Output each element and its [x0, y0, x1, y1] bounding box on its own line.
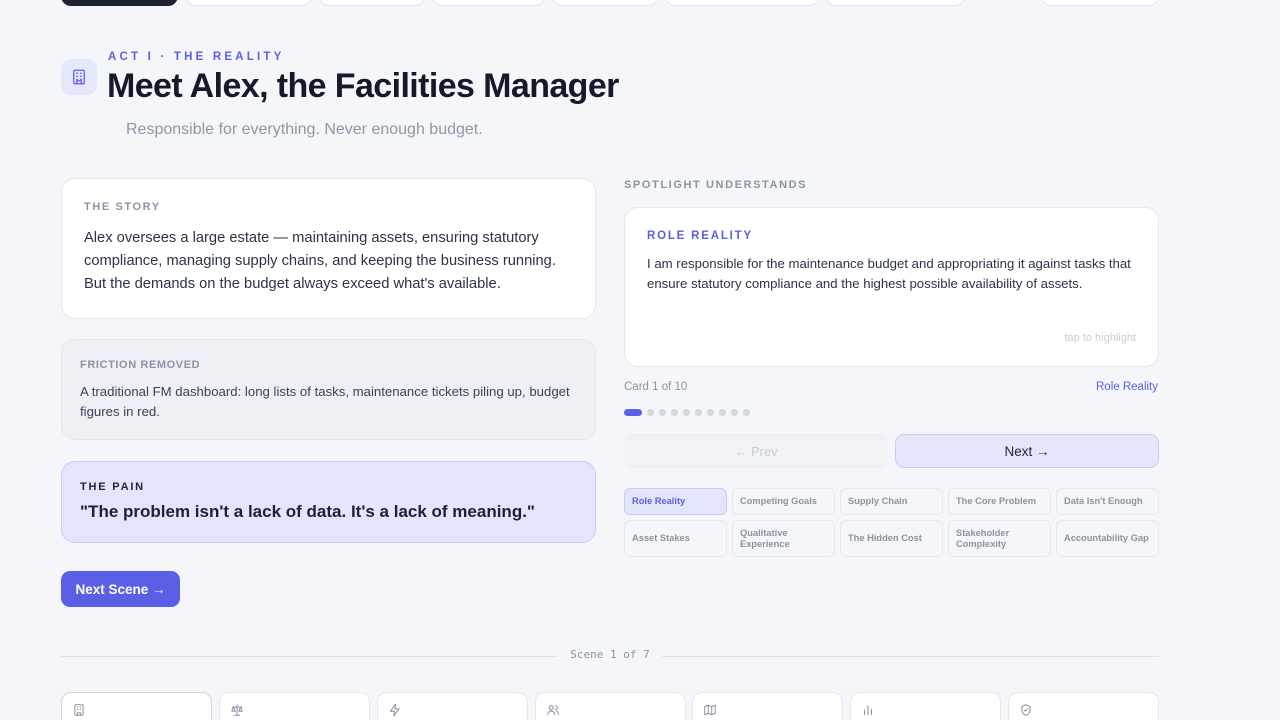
- chip-stakeholder-complexity[interactable]: Stakeholder Complexity: [948, 520, 1051, 557]
- pagination-dot[interactable]: [647, 409, 654, 416]
- top-tab-1[interactable]: [61, 0, 178, 6]
- spotlight-section-label: SPOTLIGHT UNDERSTANDS: [624, 179, 808, 191]
- scene-tab-5[interactable]: [692, 692, 843, 720]
- pagination-dot[interactable]: [743, 409, 750, 416]
- pagination-dot[interactable]: [719, 409, 726, 416]
- chip-data-isnt-enough[interactable]: Data Isn't Enough: [1056, 488, 1159, 515]
- act-eyebrow: ACT I · THE REALITY: [108, 51, 285, 63]
- scene-tab-3[interactable]: [377, 692, 528, 720]
- story-label: THE STORY: [84, 201, 161, 213]
- chip-hidden-cost[interactable]: The Hidden Cost: [840, 520, 943, 557]
- chip-accountability-gap[interactable]: Accountability Gap: [1056, 520, 1159, 557]
- prev-button[interactable]: ← Prev: [624, 434, 888, 468]
- bar-chart-icon: [861, 703, 990, 717]
- scene-tab-1[interactable]: [61, 692, 212, 720]
- card-counter: Card 1 of 10: [624, 381, 688, 393]
- top-tab-strip: [0, 0, 1280, 8]
- map-icon: [703, 703, 832, 717]
- pain-card: THE PAIN "The problem isn't a lack of da…: [61, 461, 596, 543]
- pain-quote: "The problem isn't a lack of data. It's …: [80, 502, 535, 521]
- story-text: Alex oversees a large estate — maintaini…: [84, 230, 556, 292]
- building-icon: [72, 703, 201, 717]
- story-card: THE STORY Alex oversees a large estate —…: [61, 178, 596, 319]
- scene-tab-7[interactable]: [1008, 692, 1159, 720]
- pagination-dot[interactable]: [707, 409, 714, 416]
- friction-text: A traditional FM dashboard: long lists o…: [80, 384, 570, 419]
- people-icon: [546, 703, 675, 717]
- next-button[interactable]: Next →: [895, 434, 1159, 468]
- scene-tab-4[interactable]: [535, 692, 686, 720]
- card-pagination-dots: [624, 409, 750, 416]
- chip-core-problem[interactable]: The Core Problem: [948, 488, 1051, 515]
- scene-indicator: Scene 1 of 7: [570, 648, 650, 661]
- scene-tab-2[interactable]: [219, 692, 370, 720]
- page-title: Meet Alex, the Facilities Manager: [107, 67, 619, 105]
- top-tab-8[interactable]: [1041, 0, 1159, 6]
- pagination-dot[interactable]: [695, 409, 702, 416]
- pain-label: THE PAIN: [80, 481, 145, 493]
- pagination-dot[interactable]: [624, 409, 642, 416]
- friction-card: FRICTION REMOVED A traditional FM dashbo…: [61, 339, 596, 440]
- scene-tab-6[interactable]: [850, 692, 1001, 720]
- lightning-icon: [388, 703, 517, 717]
- spotlight-card[interactable]: ROLE REALITY I am responsible for the ma…: [624, 207, 1159, 367]
- chip-qualitative-experience[interactable]: Qualitative Experience: [732, 520, 835, 557]
- scale-icon: [230, 703, 359, 717]
- page-subtitle: Responsible for everything. Never enough…: [126, 121, 483, 138]
- top-tab-3[interactable]: [319, 0, 425, 6]
- top-tab-6[interactable]: [665, 0, 819, 6]
- building-icon: [61, 59, 97, 95]
- card-chip-grid: Role Reality Competing Goals Supply Chai…: [624, 488, 1159, 557]
- next-scene-button[interactable]: Next Scene →: [61, 571, 180, 607]
- pagination-dot[interactable]: [731, 409, 738, 416]
- top-tab-7[interactable]: [826, 0, 965, 6]
- shield-check-icon: [1019, 703, 1148, 717]
- spotlight-card-text: I am responsible for the maintenance bud…: [647, 256, 1131, 291]
- top-tab-2[interactable]: [186, 0, 312, 6]
- spotlight-card-title: ROLE REALITY: [647, 230, 753, 242]
- pagination-dot[interactable]: [683, 409, 690, 416]
- chip-role-reality[interactable]: Role Reality: [624, 488, 727, 515]
- pagination-dot[interactable]: [671, 409, 678, 416]
- chip-supply-chain[interactable]: Supply Chain: [840, 488, 943, 515]
- current-card-link[interactable]: Role Reality: [1096, 381, 1158, 393]
- divider-right: [662, 656, 1159, 657]
- chip-competing-goals[interactable]: Competing Goals: [732, 488, 835, 515]
- chip-asset-stakes[interactable]: Asset Stakes: [624, 520, 727, 557]
- top-tab-4[interactable]: [432, 0, 545, 6]
- tap-hint: tap to highlight: [1064, 332, 1136, 344]
- top-tab-5[interactable]: [552, 0, 658, 6]
- pagination-dot[interactable]: [659, 409, 666, 416]
- friction-label: FRICTION REMOVED: [80, 359, 201, 371]
